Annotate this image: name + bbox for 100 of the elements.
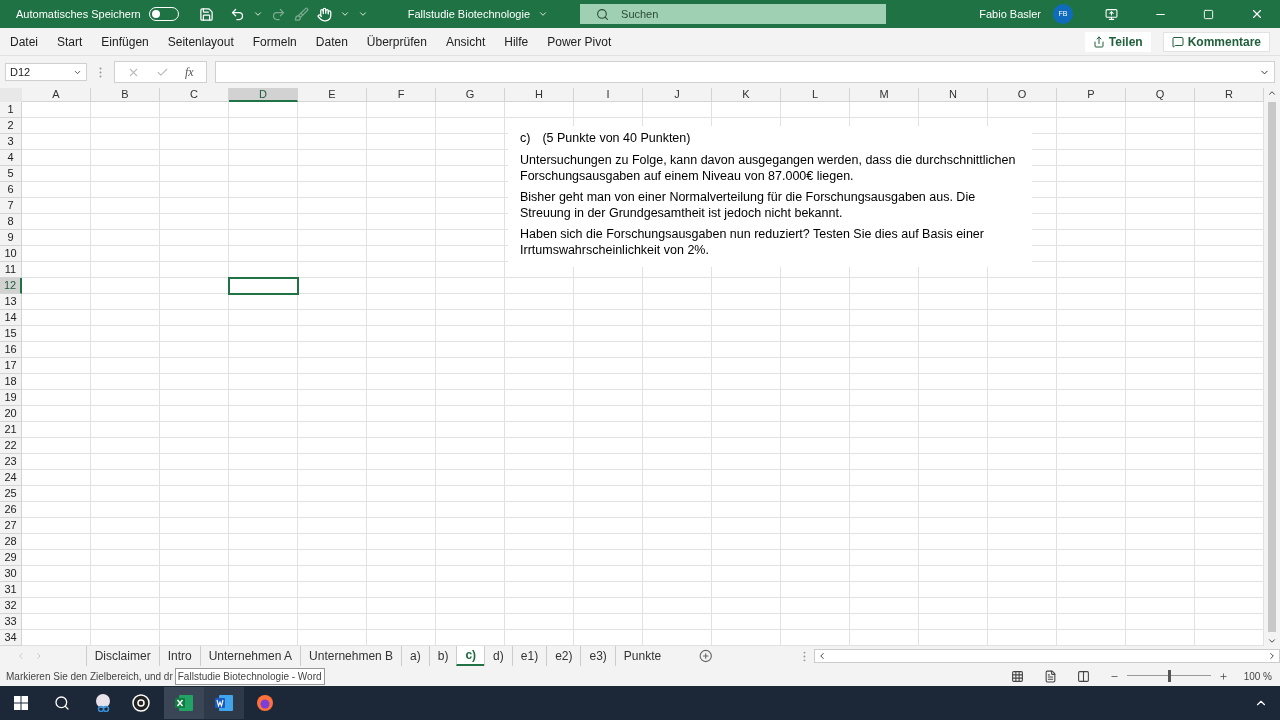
column-header[interactable]: G — [436, 88, 505, 102]
row-header[interactable]: 13 — [0, 294, 22, 310]
row-header[interactable]: 30 — [0, 566, 22, 582]
row-header[interactable]: 20 — [0, 406, 22, 422]
close-icon[interactable] — [1250, 7, 1264, 21]
menu-tab[interactable]: Hilfe — [504, 32, 529, 51]
menu-tab[interactable]: Seitenlayout — [167, 32, 234, 51]
undo-icon[interactable] — [229, 6, 245, 22]
zoom-percentage[interactable]: 100 % — [1243, 668, 1272, 684]
save-icon[interactable] — [198, 6, 214, 22]
row-header[interactable]: 23 — [0, 454, 22, 470]
menu-tab[interactable]: Ansicht — [445, 32, 486, 51]
row-header[interactable]: 12 — [0, 278, 22, 294]
document-title[interactable]: Fallstudie Biotechnologie — [407, 5, 531, 23]
column-header[interactable]: D — [229, 88, 298, 102]
row-header[interactable]: 9 — [0, 230, 22, 246]
hand-icon[interactable] — [316, 6, 332, 22]
menu-tab[interactable]: Start — [57, 32, 83, 51]
column-header[interactable]: Q — [1126, 88, 1195, 102]
column-header[interactable]: K — [712, 88, 781, 102]
row-header[interactable]: 3 — [0, 134, 22, 150]
row-header[interactable]: 32 — [0, 598, 22, 614]
column-header[interactable]: N — [919, 88, 988, 102]
row-header[interactable]: 28 — [0, 534, 22, 550]
column-header[interactable]: L — [781, 88, 850, 102]
scroll-down-icon[interactable] — [1267, 636, 1277, 646]
horizontal-scrollbar[interactable] — [813, 649, 1280, 663]
row-header[interactable]: 2 — [0, 118, 22, 134]
row-header[interactable]: 19 — [0, 390, 22, 406]
sheet-tab[interactable]: c) — [456, 646, 485, 666]
add-sheet-icon[interactable] — [699, 649, 713, 663]
row-header[interactable]: 6 — [0, 182, 22, 198]
caret-icon[interactable] — [339, 9, 350, 19]
insert-function-button[interactable]: fx — [185, 63, 194, 81]
column-header[interactable]: H — [505, 88, 574, 102]
menu-tab[interactable]: Einfügen — [101, 32, 149, 51]
row-header[interactable]: 15 — [0, 326, 22, 342]
document-app-icon[interactable] — [215, 695, 233, 711]
row-header[interactable]: 17 — [0, 358, 22, 374]
row-header[interactable]: 21 — [0, 422, 22, 438]
column-header[interactable]: I — [574, 88, 643, 102]
row-header[interactable]: 7 — [0, 198, 22, 214]
row-header[interactable]: 8 — [0, 214, 22, 230]
active-cell[interactable] — [228, 277, 299, 295]
menu-tab[interactable]: Überprüfen — [366, 32, 427, 51]
row-header[interactable]: 14 — [0, 310, 22, 326]
column-header[interactable]: O — [988, 88, 1057, 102]
column-header[interactable]: J — [643, 88, 712, 102]
comments-button[interactable]: Kommentare — [1162, 31, 1270, 52]
browser-icon[interactable] — [256, 694, 274, 712]
page-break-icon[interactable] — [1076, 669, 1090, 683]
menu-tab[interactable]: Datei — [10, 32, 38, 51]
column-header[interactable]: M — [850, 88, 919, 102]
row-header[interactable]: 1 — [0, 102, 22, 118]
row-header[interactable]: 4 — [0, 150, 22, 166]
row-header[interactable]: 5 — [0, 166, 22, 182]
row-header[interactable]: 29 — [0, 550, 22, 566]
search-icon[interactable] — [54, 695, 70, 711]
name-box[interactable]: D12 — [5, 63, 87, 81]
share-button[interactable]: Teilen — [1084, 31, 1151, 52]
row-header[interactable]: 25 — [0, 486, 22, 502]
column-header[interactable]: E — [298, 88, 367, 102]
status-message: Markieren Sie den Zielbereich, und dr — [6, 669, 173, 684]
row-header[interactable]: 10 — [0, 246, 22, 262]
column-header[interactable]: P — [1057, 88, 1126, 102]
zoom-thumb[interactable] — [1167, 670, 1171, 682]
scroll-right-icon[interactable] — [1267, 651, 1277, 661]
row-header[interactable]: 31 — [0, 582, 22, 598]
restore-icon[interactable] — [1203, 8, 1214, 20]
row-header[interactable]: 27 — [0, 518, 22, 534]
menu-tab[interactable]: Daten — [315, 32, 348, 51]
row-header[interactable]: 18 — [0, 374, 22, 390]
normal-view-icon[interactable] — [1010, 669, 1024, 683]
spreadsheet-app-icon[interactable] — [175, 695, 193, 711]
task-label: c) — [520, 130, 531, 146]
task-paragraph: Bisher geht man von einer Normalverteilung für die Forschungsausgaben aus. Die Streuung in der Grundgesamtheit ist jedoch nicht bekannt. — [520, 189, 977, 221]
column-header[interactable]: A — [22, 88, 91, 102]
column-header[interactable]: F — [367, 88, 436, 102]
row-header[interactable]: 22 — [0, 438, 22, 454]
windows-start-icon[interactable] — [14, 696, 28, 710]
customize-icon[interactable] — [357, 9, 368, 19]
column-header[interactable]: B — [91, 88, 160, 102]
formula-input[interactable] — [214, 61, 1275, 83]
row-header[interactable]: 16 — [0, 342, 22, 358]
search-field[interactable]: Suchen — [580, 4, 887, 24]
row-header[interactable]: 24 — [0, 470, 22, 486]
row-header[interactable]: 33 — [0, 614, 22, 630]
zoom-in-icon[interactable] — [1218, 671, 1228, 681]
page-layout-icon[interactable] — [1043, 669, 1057, 683]
row-header[interactable]: 11 — [0, 262, 22, 278]
row-header[interactable]: 26 — [0, 502, 22, 518]
comment-icon — [1171, 35, 1184, 48]
menu-tab[interactable]: Formeln — [252, 32, 297, 51]
scroll-up-icon[interactable] — [1267, 88, 1277, 98]
row-header[interactable]: 34 — [0, 630, 22, 646]
menu-tab[interactable]: Power Pivot — [547, 32, 612, 51]
caret-icon[interactable] — [252, 9, 263, 19]
ribbon-display-icon[interactable] — [1105, 7, 1118, 21]
caret-icon[interactable] — [538, 9, 549, 19]
vertical-scrollbar[interactable] — [1264, 88, 1280, 646]
